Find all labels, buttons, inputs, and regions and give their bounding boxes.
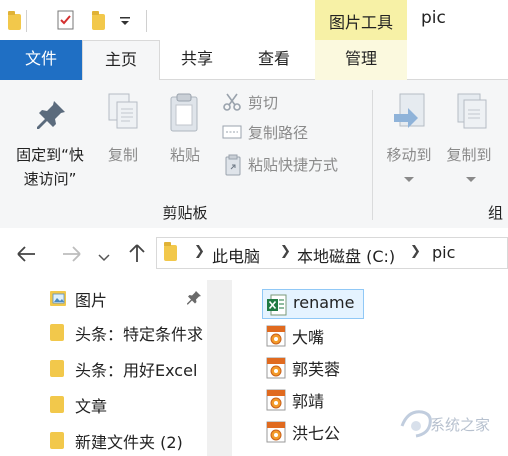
move-to-dropdown-icon [404,168,414,182]
pin-icon [34,98,68,132]
copy-to-button[interactable]: 复制到 [440,90,502,190]
nav-item-label: 头条：特定条件求 [75,325,204,344]
folder-icon [50,360,64,377]
clipboard-group-label: 剪贴板 [162,204,208,222]
qat-separator [146,10,147,32]
tab-home[interactable]: 主页 [82,40,160,80]
paste-shortcut-icon [224,154,242,176]
file-name: 洪七公 [292,424,341,443]
folder-icon [50,396,64,413]
breadcrumb-chevron[interactable]: ❯ [194,244,205,259]
file-item-jpg[interactable]: 郭芙蓉 [262,353,382,383]
nav-item-folder[interactable]: 文章 [50,390,207,420]
copy-button[interactable]: 复制 [100,90,146,180]
nav-item-folder[interactable]: 头条：特定条件求 [50,318,207,348]
pin-icon[interactable] [186,290,202,306]
organize-group-label: 组 [488,204,504,222]
jpg-file-icon [266,448,286,456]
excel-file-icon [267,294,287,316]
paste-shortcut-label: 粘贴快捷方式 [248,156,339,174]
tab-share[interactable]: 共享 [160,40,234,80]
watermark-logo: 系统之家 [392,400,502,452]
jpg-file-icon [266,421,286,443]
copy-path-icon [222,124,242,140]
breadcrumb-local-disk[interactable]: 本地磁盘 (C:) [297,243,395,267]
window-title: pic [421,8,446,28]
tab-manage[interactable]: 管理 [315,40,407,80]
move-to-label: 移动到 [386,146,432,164]
file-name: 郭靖 [292,392,325,411]
nav-item-label: 图片 [75,291,108,310]
nav-item-pictures[interactable]: 图片 [50,284,206,314]
file-item-jpg[interactable]: 郭靖 [262,385,382,415]
picture-tools-label: 图片工具 [328,13,393,32]
move-to-button[interactable]: 移动到 [378,90,440,190]
back-arrow-icon[interactable] [14,244,38,264]
customize-qat-icon[interactable] [118,13,132,27]
pin-label-line2: 速访问” [23,170,77,188]
copy-label: 复制 [107,146,138,164]
file-item-rename[interactable]: rename [262,289,364,319]
breadcrumb-chevron[interactable]: ❯ [410,244,421,259]
copy-path-label: 复制路径 [248,124,309,142]
nav-item-label: 头条：用好Excel [75,361,198,380]
ribbon-group-divider [372,90,373,220]
paste-button[interactable]: 粘贴 [158,90,212,180]
tab-view[interactable]: 查看 [236,40,312,80]
file-item-jpg[interactable]: 大嘴 [262,321,382,351]
copy-path-button[interactable]: 复制路径 [220,120,370,146]
tab-file[interactable]: 文件 [0,40,82,80]
nav-item-folder[interactable]: 新建文件夹 (2) [50,426,207,456]
copy-to-dropdown-icon [466,168,476,182]
breadcrumb-pic[interactable]: pic [432,243,455,262]
nav-item-folder[interactable]: 头条：用好Excel [50,354,207,384]
forward-arrow-icon[interactable] [60,244,84,264]
jpg-file-icon [266,357,286,379]
pictures-folder-icon [50,289,67,307]
nav-item-label: 新建文件夹 (2) [75,433,183,452]
copy-icon [106,92,142,134]
pin-to-quick-access-button[interactable]: 固定到“快 速访问” [0,90,100,200]
cut-label: 剪切 [248,94,279,112]
paste-shortcut-button[interactable]: 粘贴快捷方式 [220,152,370,178]
breadcrumb-chevron[interactable]: ❯ [280,244,291,259]
move-to-icon [390,92,428,136]
paste-icon [168,92,202,134]
cut-button[interactable]: 剪切 [220,90,370,116]
qat-separator [26,10,27,32]
jpg-file-icon [266,325,286,347]
pin-label-line1: 固定到“快 [16,146,84,164]
jpg-file-icon [266,389,286,411]
file-name: 大嘴 [292,328,325,347]
paste-label: 粘贴 [169,146,200,164]
file-item-jpg[interactable]: 洪七公 [262,417,382,447]
file-name: 郭芙蓉 [292,360,341,379]
folder-icon [50,432,64,449]
folder-icon [50,324,64,341]
copy-to-icon [452,92,490,136]
file-name: rename [293,293,355,312]
copy-to-label: 复制到 [446,146,492,164]
scissors-icon [222,92,242,112]
up-arrow-icon[interactable] [126,242,148,264]
breadcrumb-this-pc[interactable]: 此电脑 [212,243,260,267]
recent-locations-icon[interactable] [98,248,110,262]
navigation-pane-scrollbar[interactable] [207,280,232,456]
watermark-text: 系统之家 [430,416,491,434]
nav-item-label: 文章 [75,397,108,416]
properties-icon[interactable] [56,10,76,30]
